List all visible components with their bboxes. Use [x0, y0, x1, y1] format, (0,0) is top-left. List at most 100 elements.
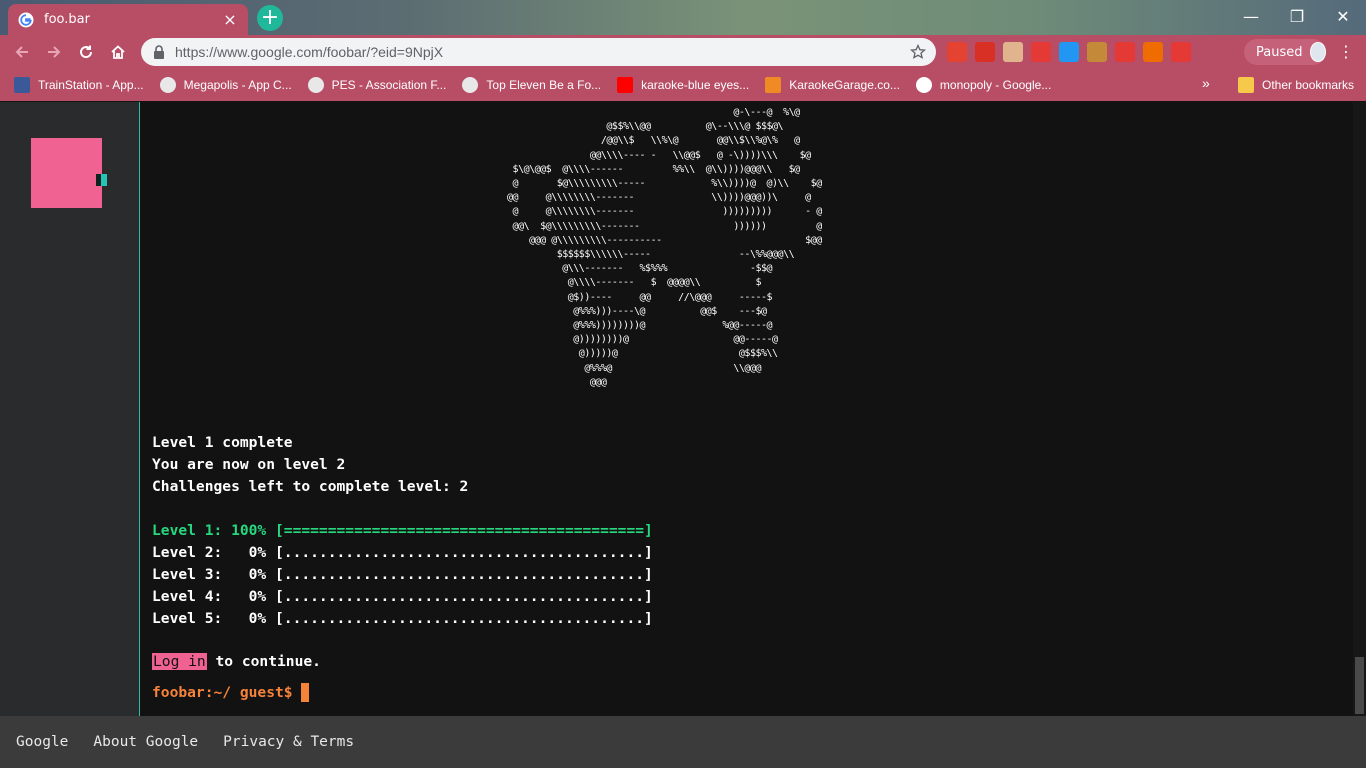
pumpkin-icon[interactable] [1143, 42, 1163, 62]
reload-button[interactable] [70, 36, 102, 68]
youtube-icon [617, 77, 634, 93]
ascii-art-line: @\\\\------- $ @@@@\\ $ [496, 277, 762, 289]
google-icon [915, 77, 932, 93]
prompt-text: foobar:~/ guest$ [152, 684, 293, 701]
ascii-art-line: @@ @\\\\\\\\------- \\))))@@@))\ @ [496, 192, 811, 204]
star-red-icon[interactable] [1031, 42, 1051, 62]
address-bar[interactable]: https://www.google.com/foobar/?eid=9NpjX [141, 38, 936, 66]
lock-icon [154, 45, 164, 59]
ascii-art-line: @ @\\\\\\\\------- ))))))))) - @ [496, 206, 823, 218]
restore-button[interactable]: ❐ [1274, 0, 1320, 32]
arrow-left-icon [15, 46, 28, 58]
level-progress-line: Level 5: 0% [...........................… [152, 610, 653, 627]
foobar-logo [31, 138, 102, 208]
footer: Google About Google Privacy & Terms [0, 716, 1366, 768]
tab-strip: foo.bar × + — ❐ ✕ [0, 0, 1366, 35]
reload-icon [80, 45, 93, 59]
hand-stop-icon[interactable] [1115, 42, 1135, 62]
bookmarks-bar: TrainStation - App... Megapolis - App C..… [0, 69, 1366, 101]
google-favicon-icon [18, 12, 34, 27]
ascii-art-line: @\\\------- %$%%% -$$@ [496, 263, 773, 275]
footer-link[interactable]: Google [16, 734, 68, 750]
level-progress-line: Level 4: 0% [...........................… [152, 588, 653, 605]
ascii-art-line: @$))---- @@ //\@@@ -----$ [496, 291, 773, 303]
bookmark-red-icon[interactable] [975, 42, 995, 62]
ascii-art-line: $$$$$$\\\\\\----- --\%%@@@\\ [496, 249, 795, 261]
ascii-art-line: @))))))))@ @@-----@ [496, 334, 778, 346]
login-prompt: Log in to continue. [152, 653, 321, 670]
level-progress-line: Level 2: 0% [...........................… [152, 544, 653, 561]
globe-icon [462, 77, 479, 93]
bookmark-item[interactable]: karaoke-blue eyes... [609, 71, 757, 99]
tab-title: foo.bar [44, 12, 90, 27]
ascii-art-line: @)))))@ @$$$%\\ [496, 348, 778, 360]
profile-status: Paused [1256, 44, 1303, 60]
left-pane [0, 102, 140, 716]
bookmark-item[interactable]: monopoly - Google... [908, 71, 1059, 99]
avatar [1310, 42, 1326, 62]
bookmarks-overflow-icon[interactable]: » [1202, 75, 1210, 91]
terminal-line: Level 1 complete [152, 434, 293, 451]
pixel-face-icon[interactable] [1003, 42, 1023, 62]
home-button[interactable] [102, 36, 134, 68]
globe-icon [159, 77, 176, 93]
ascii-art-line: @%%%@ \\@@@ [496, 362, 761, 374]
tff-icon[interactable] [1059, 42, 1079, 62]
ascii-art-line: @$$%\\@@ @\--\\\@ $$$@\ [496, 121, 784, 133]
terminal[interactable]: @-\---@ %\@ @$$%\\@@ @\--\\\@ $$$@\ /@@\… [141, 102, 1353, 716]
level-progress-line: Level 1: 100% [=========================… [152, 522, 653, 539]
new-tab-button[interactable]: + [257, 5, 283, 31]
bookmark-item[interactable]: Top Eleven Be a Fo... [454, 71, 609, 99]
menu-icon[interactable]: ⋮ [1336, 42, 1356, 62]
footer-link[interactable]: About Google [93, 734, 198, 750]
youtube-ext-icon[interactable] [1171, 42, 1191, 62]
terminal-line: You are now on level 2 [152, 456, 346, 473]
bookmark-item[interactable]: TrainStation - App... [6, 71, 152, 99]
cookie-icon[interactable] [1087, 42, 1107, 62]
back-button[interactable] [6, 36, 38, 68]
ascii-art-line: @@@ @\\\\\\\\\---------- $@@ [496, 234, 822, 246]
bookmark-label: TrainStation - App... [38, 78, 144, 92]
other-bookmarks-label: Other bookmarks [1262, 78, 1355, 92]
bookmark-item[interactable]: PES - Association F... [300, 71, 455, 99]
scrollbar[interactable] [1353, 102, 1366, 716]
tab-close-icon[interactable]: × [222, 10, 238, 29]
login-suffix: to continue. [206, 653, 321, 670]
terminal-cursor [300, 683, 309, 702]
home-icon [111, 45, 125, 59]
globe-icon [307, 77, 324, 93]
folder-icon [1238, 77, 1254, 93]
command-prompt[interactable]: foobar:~/ guest$ [152, 683, 309, 702]
bookmark-label: monopoly - Google... [939, 78, 1052, 92]
ascii-art-line: /@@\\$ \\%\@ @@\\$\\%@\% @ [496, 135, 800, 147]
ascii-art-line: $\@\@@$ @\\\\------ %%\\ @\\))))@@@\\ $@ [496, 163, 801, 175]
bookmark-list: TrainStation - App... Megapolis - App C..… [0, 71, 1059, 99]
profile-button[interactable]: Paused [1244, 39, 1326, 65]
microphone-icon [765, 77, 782, 93]
bookmark-item[interactable]: KaraokeGarage.co... [757, 71, 908, 99]
level-progress-line: Level 3: 0% [...........................… [152, 566, 653, 583]
login-link[interactable]: Log in [152, 653, 207, 670]
other-bookmarks[interactable]: Other bookmarks [1230, 71, 1362, 99]
browser-toolbar: https://www.google.com/foobar/?eid=9NpjX… [0, 35, 1366, 69]
terminal-line: Challenges left to complete level: 2 [152, 478, 469, 495]
ascii-art-line: @@\\\\---- - \\@@$ @ -\))))\\\ $@ [496, 149, 811, 161]
ascii-art-line: @%%%)))----\@ @@$ ---$@ [496, 305, 767, 317]
bookmark-star-icon[interactable] [910, 44, 926, 60]
ascii-art-line: @@@ [496, 376, 607, 388]
page-content: @-\---@ %\@ @$$%\\@@ @\--\\\@ $$$@\ /@@\… [0, 102, 1366, 768]
url-text[interactable]: https://www.google.com/foobar/?eid=9NpjX [175, 44, 910, 60]
window-controls: — ❐ ✕ [1228, 0, 1366, 32]
minimize-button[interactable]: — [1228, 0, 1274, 32]
todoist-icon[interactable] [947, 42, 967, 62]
ascii-art-line: @ $@\\\\\\\\\----- %\\))))@ @)\\ $@ [496, 178, 823, 190]
scrollbar-thumb[interactable] [1355, 657, 1364, 714]
bookmark-label: PES - Association F... [331, 78, 447, 92]
logo-accent-shadow [96, 174, 101, 186]
footer-link[interactable]: Privacy & Terms [223, 734, 354, 750]
bookmark-item[interactable]: Megapolis - App C... [152, 71, 300, 99]
forward-button[interactable] [38, 36, 70, 68]
browser-tab[interactable]: foo.bar × [8, 4, 248, 35]
close-window-button[interactable]: ✕ [1320, 0, 1366, 32]
